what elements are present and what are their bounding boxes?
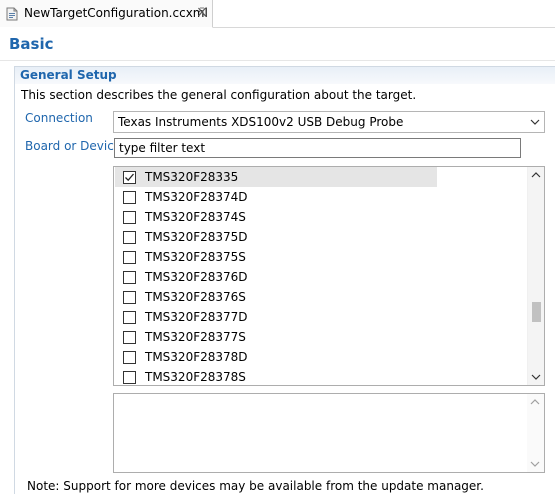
device-name: TMS320F28378S	[145, 370, 246, 384]
checkbox[interactable]	[123, 311, 136, 324]
ccxml-file-icon	[6, 7, 18, 21]
list-item[interactable]: TMS320F28377S	[115, 327, 437, 347]
list-item[interactable]: TMS320F28335	[115, 167, 437, 187]
editor-tab[interactable]: NewTargetConfiguration.ccxml	[0, 0, 213, 28]
device-name: TMS320F28376S	[145, 290, 246, 304]
close-icon[interactable]	[197, 6, 207, 18]
scroll-up-icon[interactable]	[530, 398, 540, 406]
list-item[interactable]: TMS320F28375S	[115, 247, 437, 267]
scroll-down-icon[interactable]	[530, 460, 540, 468]
device-name: TMS320F28374D	[145, 190, 248, 204]
title-divider	[0, 60, 555, 61]
update-manager-note: Note: Support for more devices may be av…	[27, 479, 484, 493]
description-scrollbar[interactable]	[527, 394, 544, 472]
checkbox[interactable]	[123, 371, 136, 384]
board-or-device-label[interactable]: Board or Device	[25, 139, 121, 153]
device-filter-input[interactable]	[114, 138, 521, 158]
editor-tab-strip: NewTargetConfiguration.ccxml	[0, 0, 555, 28]
device-name: TMS320F28376D	[145, 270, 248, 284]
scroll-down-icon[interactable]	[531, 373, 541, 381]
list-item[interactable]: TMS320F28374D	[115, 187, 437, 207]
checkbox[interactable]	[123, 271, 136, 284]
list-item[interactable]: TMS320F28375D	[115, 227, 437, 247]
list-item[interactable]: TMS320F28376D	[115, 267, 437, 287]
checkbox[interactable]	[123, 231, 136, 244]
device-name: TMS320F28374S	[145, 210, 246, 224]
checkbox[interactable]	[123, 191, 136, 204]
scroll-thumb[interactable]	[532, 302, 541, 322]
section-description: This section describes the general confi…	[21, 88, 417, 102]
checkbox[interactable]	[123, 211, 136, 224]
editor-tab-label: NewTargetConfiguration.ccxml	[24, 6, 208, 20]
connection-combo-value: Texas Instruments XDS100v2 USB Debug Pro…	[118, 115, 404, 129]
list-item[interactable]: TMS320F28374S	[115, 207, 437, 227]
device-name: TMS320F28377S	[145, 330, 246, 344]
list-item[interactable]: TMS320F28378S	[115, 367, 437, 385]
list-item[interactable]: TMS320F28377D	[115, 307, 437, 327]
device-list[interactable]: TMS320F28335 TMS320F28374D TMS320F28374S TM…	[113, 166, 545, 386]
connection-label[interactable]: Connection	[25, 111, 93, 125]
section-title[interactable]: General Setup	[20, 68, 117, 82]
checkbox[interactable]	[123, 351, 136, 364]
device-name: TMS320F28375S	[145, 250, 246, 264]
device-name: TMS320F28378D	[145, 350, 248, 364]
connection-combo[interactable]: Texas Instruments XDS100v2 USB Debug Pro…	[113, 111, 545, 133]
list-item[interactable]: TMS320F28376S	[115, 287, 437, 307]
list-item[interactable]: TMS320F28378D	[115, 347, 437, 367]
checkbox-checked[interactable]	[123, 171, 136, 184]
general-setup-section: General Setup This section describes the…	[14, 66, 555, 494]
chevron-down-icon	[530, 119, 540, 125]
device-name: TMS320F28375D	[145, 230, 248, 244]
checkbox[interactable]	[123, 291, 136, 304]
device-description-box[interactable]	[113, 393, 545, 473]
scroll-up-icon[interactable]	[531, 171, 541, 179]
target-configuration-editor: NewTargetConfiguration.ccxml Basic Gener…	[0, 0, 555, 494]
device-name: TMS320F28377D	[145, 310, 248, 324]
page-title: Basic	[9, 35, 54, 53]
device-list-scrollbar[interactable]	[527, 167, 544, 385]
section-header: General Setup	[15, 67, 555, 84]
device-name: TMS320F28335	[145, 170, 239, 184]
checkbox[interactable]	[123, 251, 136, 264]
checkmark-icon	[125, 173, 134, 182]
checkbox[interactable]	[123, 331, 136, 344]
